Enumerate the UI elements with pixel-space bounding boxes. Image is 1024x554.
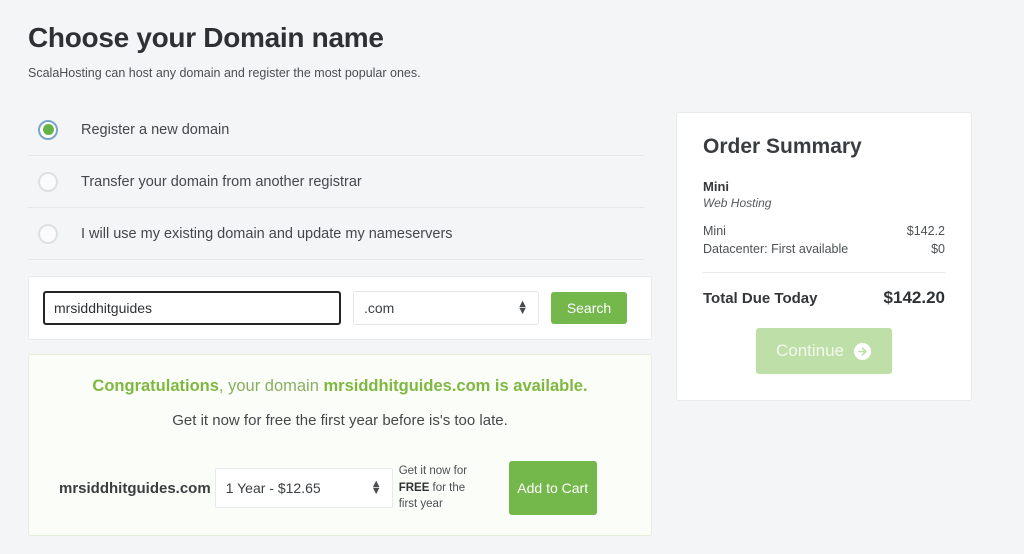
purchase-domain-label: mrsiddhitguides.com [59, 479, 211, 497]
order-summary-title: Order Summary [703, 135, 862, 158]
order-total-label: Total Due Today [703, 290, 818, 307]
availability-domain: mrsiddhitguides.com [323, 377, 491, 395]
search-button[interactable]: Search [551, 292, 627, 324]
continue-button-label: Continue [775, 341, 845, 360]
domain-search-panel: .com ▲▼ Search [28, 276, 652, 340]
arrow-right-circle-icon [853, 342, 872, 361]
registration-term-select[interactable]: 1 Year - $12.65 ▲ ▼ [214, 468, 393, 508]
order-total-row: Total Due Today $142.20 [703, 288, 945, 308]
page-title: Choose your Domain name [28, 22, 384, 53]
order-line-item-value: $142.2 [906, 224, 945, 238]
chevron-updown-icon: ▲ ▼ [370, 478, 382, 497]
page-subtitle: ScalaHosting can host any domain and reg… [28, 66, 421, 80]
tld-select-value: .com [364, 300, 395, 316]
option-existing-domain[interactable]: I will use my existing domain and update… [28, 208, 644, 260]
availability-middle-text: , your domain [218, 377, 324, 395]
tld-select[interactable]: .com ▲ ▼ [353, 291, 539, 325]
availability-banner: Congratulations, your domain mrsiddhitgu… [28, 354, 652, 536]
availability-headline: Congratulations, your domain mrsiddhitgu… [45, 377, 635, 396]
option-label-transfer-domain: Transfer your domain from another regist… [81, 173, 362, 190]
option-register-new-domain[interactable]: Register a new domain [28, 104, 644, 156]
radio-existing-domain[interactable] [38, 223, 58, 244]
registration-term-value: 1 Year - $12.65 [225, 480, 321, 496]
order-plan-name: Mini [703, 179, 729, 194]
domain-search-input[interactable] [43, 291, 341, 325]
availability-subline: Get it now for free the first year befor… [172, 412, 508, 429]
order-line-items: Mini $142.2 Datacenter: First available … [703, 224, 945, 256]
chevron-updown-icon: ▲ ▼ [517, 298, 528, 317]
radio-transfer-domain[interactable] [38, 171, 58, 192]
option-label-existing-domain: I will use my existing domain and update… [81, 225, 453, 242]
free-first-year-note: Get it now for FREE for the first year [399, 463, 485, 513]
add-to-cart-button[interactable]: Add to Cart [508, 461, 597, 515]
domain-option-list: Register a new domain Transfer your doma… [28, 104, 644, 260]
radio-register-new-domain[interactable] [38, 119, 58, 140]
availability-suffix-text: is available. [490, 377, 588, 395]
option-transfer-domain[interactable]: Transfer your domain from another regist… [28, 156, 644, 208]
domain-selection-column: Choose your Domain name ScalaHosting can… [28, 0, 652, 536]
order-total-value: $142.20 [883, 288, 945, 307]
order-line-item-label: Mini [703, 224, 726, 238]
order-line-item-value: $0 [931, 242, 945, 256]
order-line-item: Mini $142.2 [703, 224, 945, 238]
free-note-line1: Get it now for [398, 464, 468, 477]
availability-congrats-word: Congratulations [92, 377, 219, 395]
order-line-item-label: Datacenter: First available [703, 242, 849, 256]
option-label-register-new-domain: Register a new domain [81, 121, 230, 138]
free-note-bold: FREE [398, 481, 430, 494]
order-summary-card: Order Summary Mini Web Hosting Mini $142… [676, 112, 972, 401]
order-plan-type: Web Hosting [703, 196, 772, 210]
order-divider [703, 272, 945, 273]
order-line-item: Datacenter: First available $0 [703, 242, 945, 256]
continue-button[interactable]: Continue [756, 328, 892, 374]
domain-purchase-row: mrsiddhitguides.com 1 Year - $12.65 ▲ ▼ G… [45, 461, 635, 515]
